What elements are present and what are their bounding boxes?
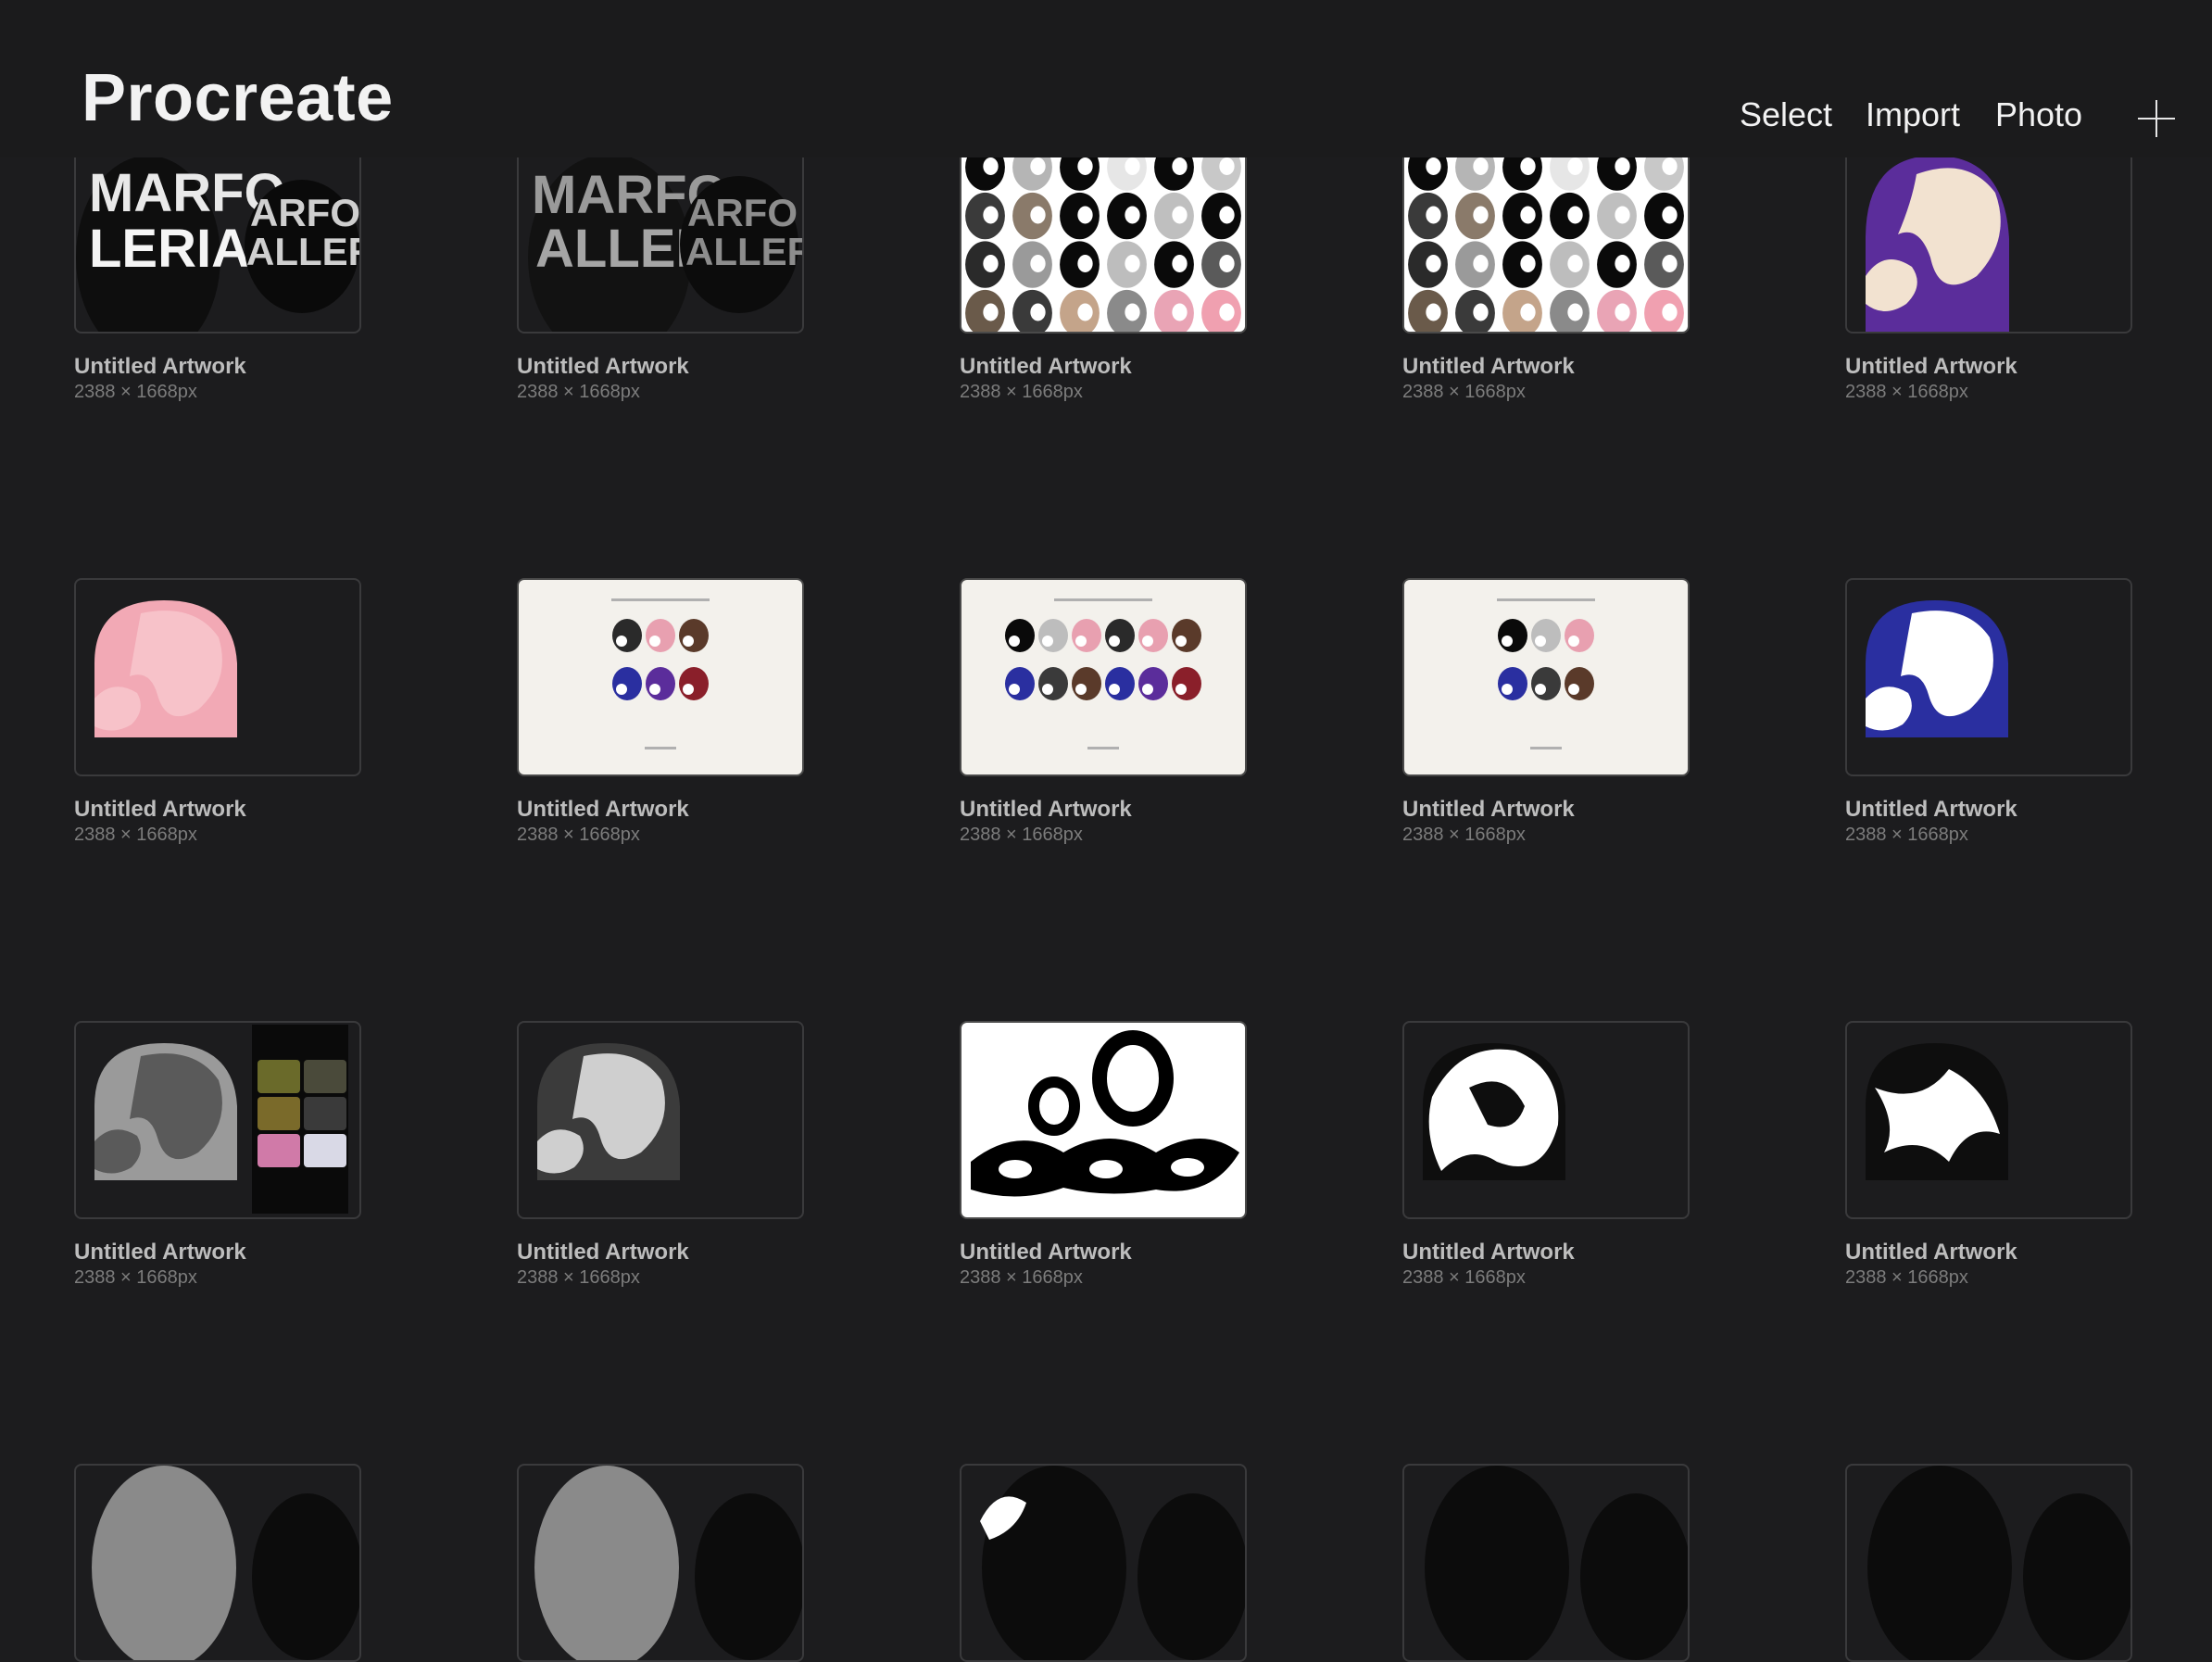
- artwork-dimensions: 2388 × 1668px: [517, 382, 640, 402]
- artwork-dimensions: 2388 × 1668px: [1402, 382, 1526, 402]
- svg-text:ARFO: ARFO: [250, 191, 359, 234]
- photo-button[interactable]: Photo: [1995, 98, 2082, 132]
- artwork-dimensions: 2388 × 1668px: [960, 382, 1083, 402]
- artwork-dimensions: 2388 × 1668px: [1845, 825, 1968, 845]
- artwork-thumbnail[interactable]: MARFO LERIA ARFO ALLER: [74, 135, 361, 334]
- artwork-thumbnail[interactable]: [1845, 135, 2132, 334]
- artwork-dimensions: 2388 × 1668px: [1845, 382, 1968, 402]
- artwork-thumbnail[interactable]: [960, 1464, 1247, 1662]
- artwork-dimensions: 2388 × 1668px: [960, 825, 1083, 845]
- artwork-title: Untitled Artwork: [517, 797, 689, 822]
- artwork-dimensions: 2388 × 1668px: [517, 1267, 640, 1288]
- artwork-dimensions: 2388 × 1668px: [74, 1267, 197, 1288]
- artwork-thumbnail[interactable]: [1402, 135, 1690, 334]
- artwork-thumbnail[interactable]: [517, 1464, 804, 1662]
- artwork-title: Untitled Artwork: [517, 1240, 689, 1265]
- artwork-title: Untitled Artwork: [74, 354, 246, 379]
- artwork-title: Untitled Artwork: [1402, 354, 1575, 379]
- artwork-title: Untitled Artwork: [1845, 1240, 2017, 1265]
- artwork-thumbnail[interactable]: [517, 1021, 804, 1219]
- artwork-thumbnail[interactable]: [1845, 1021, 2132, 1219]
- artwork-dimensions: 2388 × 1668px: [960, 1267, 1083, 1288]
- artwork-title: Untitled Artwork: [1402, 797, 1575, 822]
- artwork-thumbnail[interactable]: [1402, 1464, 1690, 1662]
- artwork-title: Untitled Artwork: [960, 1240, 1132, 1265]
- artwork-thumbnail[interactable]: [960, 1021, 1247, 1219]
- artwork-thumbnail[interactable]: [517, 578, 804, 776]
- artwork-title: Untitled Artwork: [960, 354, 1132, 379]
- artwork-dimensions: 2388 × 1668px: [1845, 1267, 1968, 1288]
- artwork-thumbnail[interactable]: [74, 578, 361, 776]
- artwork-thumbnail[interactable]: [960, 578, 1247, 776]
- artwork-title: Untitled Artwork: [1845, 797, 2017, 822]
- artwork-thumbnail[interactable]: [1402, 1021, 1690, 1219]
- svg-text:LERIA: LERIA: [89, 219, 250, 279]
- svg-text:ARFO: ARFO: [687, 191, 798, 234]
- artwork-thumbnail[interactable]: [74, 1464, 361, 1662]
- artwork-thumbnail[interactable]: [1845, 1464, 2132, 1662]
- artwork-title: Untitled Artwork: [1845, 354, 2017, 379]
- artwork-title: Untitled Artwork: [74, 1240, 246, 1265]
- artwork-dimensions: 2388 × 1668px: [517, 825, 640, 845]
- import-button[interactable]: Import: [1866, 98, 1960, 132]
- artwork-gallery: MARFO LERIA ARFO ALLER Untitled Artwork …: [0, 0, 2212, 1662]
- artwork-dimensions: 2388 × 1668px: [1402, 1267, 1526, 1288]
- artwork-title: Untitled Artwork: [74, 797, 246, 822]
- artwork-dimensions: 2388 × 1668px: [74, 382, 197, 402]
- artwork-dimensions: 2388 × 1668px: [74, 825, 197, 845]
- artwork-thumbnail[interactable]: [1402, 578, 1690, 776]
- artwork-thumbnail[interactable]: [960, 135, 1247, 334]
- svg-text:ALLERI: ALLERI: [685, 230, 802, 273]
- svg-text:ALLER: ALLER: [246, 230, 359, 273]
- new-canvas-icon[interactable]: [2138, 100, 2175, 137]
- artwork-dimensions: 2388 × 1668px: [1402, 825, 1526, 845]
- artwork-thumbnail[interactable]: [74, 1021, 361, 1219]
- app-title: Procreate: [82, 61, 394, 135]
- artwork-title: Untitled Artwork: [1402, 1240, 1575, 1265]
- artwork-title: Untitled Artwork: [517, 354, 689, 379]
- artwork-thumbnail[interactable]: MARFC ALLER ARFO ALLERI: [517, 135, 804, 334]
- artwork-thumbnail[interactable]: [1845, 578, 2132, 776]
- select-button[interactable]: Select: [1740, 98, 1832, 132]
- top-bar: Procreate Select Import Photo: [0, 0, 2212, 157]
- artwork-title: Untitled Artwork: [960, 797, 1132, 822]
